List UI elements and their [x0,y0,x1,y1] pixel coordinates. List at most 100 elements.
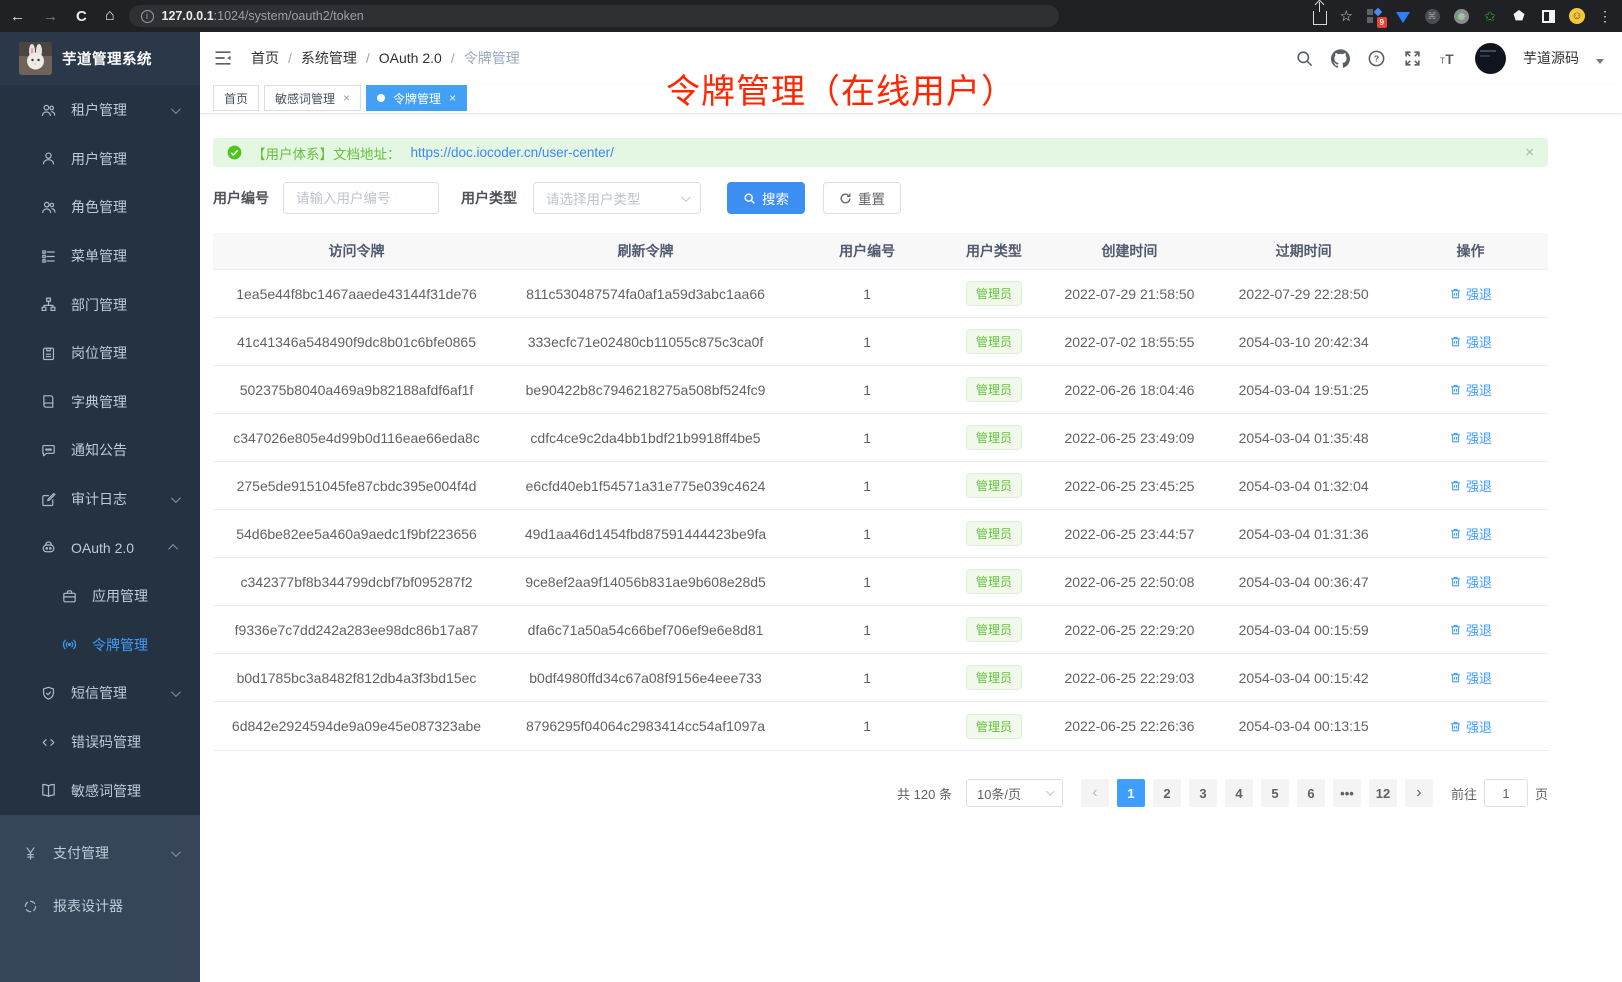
action-cell: 强退 [1393,620,1548,639]
error-code-icon [40,734,57,751]
user-type-badge: 管理员 [966,377,1022,402]
user-type-select[interactable]: 请选择用户类型 [533,182,701,214]
tab-close-icon[interactable]: × [449,91,456,105]
page-button-3[interactable]: 3 [1189,779,1217,807]
sidebar-item-短信管理[interactable]: 短信管理 [0,669,200,718]
access-token-cell: c347026e805e4d99b0d116eae66eda8c [213,430,500,446]
force-logout-label: 强退 [1466,620,1492,639]
user-id-cell: 1 [791,478,943,494]
user-id-input[interactable] [283,182,439,214]
profile-avatar-icon[interactable]: ☺ [1569,8,1585,24]
page-button-12[interactable]: 12 [1369,779,1397,807]
share-icon[interactable] [1313,11,1327,25]
back-icon[interactable]: ← [10,8,25,25]
table-row: 502375b8040a469a9b82188afdf6af1fbe90422b… [213,366,1548,414]
force-logout-button[interactable]: 强退 [1449,572,1492,591]
tab-令牌管理[interactable]: 令牌管理× [366,85,467,111]
search-button[interactable]: 搜索 [727,182,805,214]
force-logout-button[interactable]: 强退 [1449,524,1492,543]
sidebar-item-应用管理[interactable]: 应用管理 [0,572,200,621]
user-name[interactable]: 芋道源码 [1523,48,1579,68]
tab-敏感词管理[interactable]: 敏感词管理× [264,85,361,111]
site-info-icon[interactable]: i [141,10,154,23]
force-logout-button[interactable]: 强退 [1449,284,1492,303]
sidebar-item-通知公告[interactable]: 通知公告 [0,426,200,475]
page-button-5[interactable]: 5 [1261,779,1289,807]
address-bar[interactable]: i 127.0.0.1:1024/system/oauth2/token [129,5,1059,27]
sidebar-item-令牌管理[interactable]: 令牌管理 [0,621,200,670]
sidebar-item-岗位管理[interactable]: 岗位管理 [0,329,200,378]
alert-doc-link[interactable]: https://doc.iocoder.cn/user-center/ [411,145,614,160]
action-cell: 强退 [1393,524,1548,543]
breadcrumb-item[interactable]: 系统管理 [301,48,357,68]
force-logout-button[interactable]: 强退 [1449,428,1492,447]
sensitive-book-icon [40,782,57,799]
url-text[interactable]: 127.0.0.1:1024/system/oauth2/token [162,9,364,23]
tab-首页[interactable]: 首页 [213,85,259,111]
fullscreen-icon[interactable] [1403,49,1422,68]
sidebar-item-审计日志[interactable]: 审计日志 [0,475,200,524]
extension-record-icon[interactable] [1453,8,1469,24]
table-row: 41c41346a548490f9dc8b01c6bfe0865333ecfc7… [213,318,1548,366]
page-button-1[interactable]: 1 [1117,779,1145,807]
force-logout-button[interactable]: 强退 [1449,717,1492,736]
extension-dark-circle-icon[interactable]: ⌘ [1424,8,1440,24]
alert-close-icon[interactable]: × [1525,144,1534,161]
user-menu-caret-icon[interactable] [1596,59,1604,64]
sidebar-toggle-icon[interactable] [1540,8,1556,24]
created-time-cell: 2022-07-29 21:58:50 [1045,286,1215,302]
sidebar-item-菜单管理[interactable]: 菜单管理 [0,232,200,281]
force-logout-button[interactable]: 强退 [1449,380,1492,399]
chevron-up-icon [168,544,178,554]
sidebar-item-角色管理[interactable]: 角色管理 [0,183,200,232]
pagination-total: 共 120 条 [897,784,952,803]
more-pages-button[interactable]: ••• [1333,779,1361,807]
tab-close-icon[interactable]: × [343,91,350,105]
sidebar-collapse-icon[interactable] [213,48,233,68]
prev-page-button[interactable]: ‹ [1081,779,1109,807]
expire-time-cell: 2054-03-04 01:35:48 [1214,430,1393,446]
sidebar-menu: 租户管理用户管理角色管理菜单管理部门管理岗位管理字典管理通知公告审计日志OAut… [0,85,200,815]
forward-icon[interactable]: → [43,8,58,25]
next-page-button[interactable]: › [1405,779,1433,807]
force-logout-label: 强退 [1466,524,1492,543]
sidebar-item-部门管理[interactable]: 部门管理 [0,280,200,329]
font-size-icon[interactable]: TT [1439,49,1458,68]
bookmark-star-icon[interactable]: ☆ [1340,7,1353,25]
user-id-cell: 1 [791,286,943,302]
extension-puzzle-icon[interactable]: ⬟ [1511,8,1527,24]
extension-grid-icon[interactable]: 9 [1366,8,1382,24]
sidebar-item-支付管理[interactable]: 支付管理 [0,827,200,880]
extension-green-star-icon[interactable]: ✩ [1482,8,1498,24]
app-logo-bar[interactable]: 芋道管理系统 [0,32,200,85]
page-button-6[interactable]: 6 [1297,779,1325,807]
sidebar-item-租户管理[interactable]: 租户管理 [0,86,200,135]
sidebar-item-OAuth 2.0[interactable]: OAuth 2.0 [0,523,200,572]
force-logout-button[interactable]: 强退 [1449,332,1492,351]
github-icon[interactable] [1331,49,1350,68]
force-logout-button[interactable]: 强退 [1449,476,1492,495]
sidebar-item-用户管理[interactable]: 用户管理 [0,135,200,184]
force-logout-button[interactable]: 强退 [1449,668,1492,687]
search-icon[interactable] [1295,49,1314,68]
help-icon[interactable]: ? [1367,49,1386,68]
reload-icon[interactable]: C [76,8,87,25]
breadcrumb-item[interactable]: 首页 [251,48,279,68]
sidebar-item-敏感词管理[interactable]: 敏感词管理 [0,766,200,815]
extension-gem-icon[interactable] [1395,8,1411,24]
breadcrumb-item[interactable]: OAuth 2.0 [379,50,442,66]
page-button-2[interactable]: 2 [1153,779,1181,807]
home-icon[interactable]: ⌂ [105,7,115,25]
force-logout-button[interactable]: 强退 [1449,620,1492,639]
sidebar-item-报表设计器[interactable]: 报表设计器 [0,880,200,933]
expire-time-cell: 2054-03-10 20:42:34 [1214,334,1393,350]
page-size-select[interactable]: 10条/页 [966,779,1063,807]
goto-page-input[interactable] [1484,779,1528,807]
user-id-cell: 1 [791,334,943,350]
browser-menu-icon[interactable]: ⋮ [1598,8,1612,25]
page-button-4[interactable]: 4 [1225,779,1253,807]
sidebar-item-字典管理[interactable]: 字典管理 [0,378,200,427]
user-avatar[interactable] [1475,43,1506,74]
reset-button[interactable]: 重置 [823,182,901,214]
sidebar-item-错误码管理[interactable]: 错误码管理 [0,718,200,767]
